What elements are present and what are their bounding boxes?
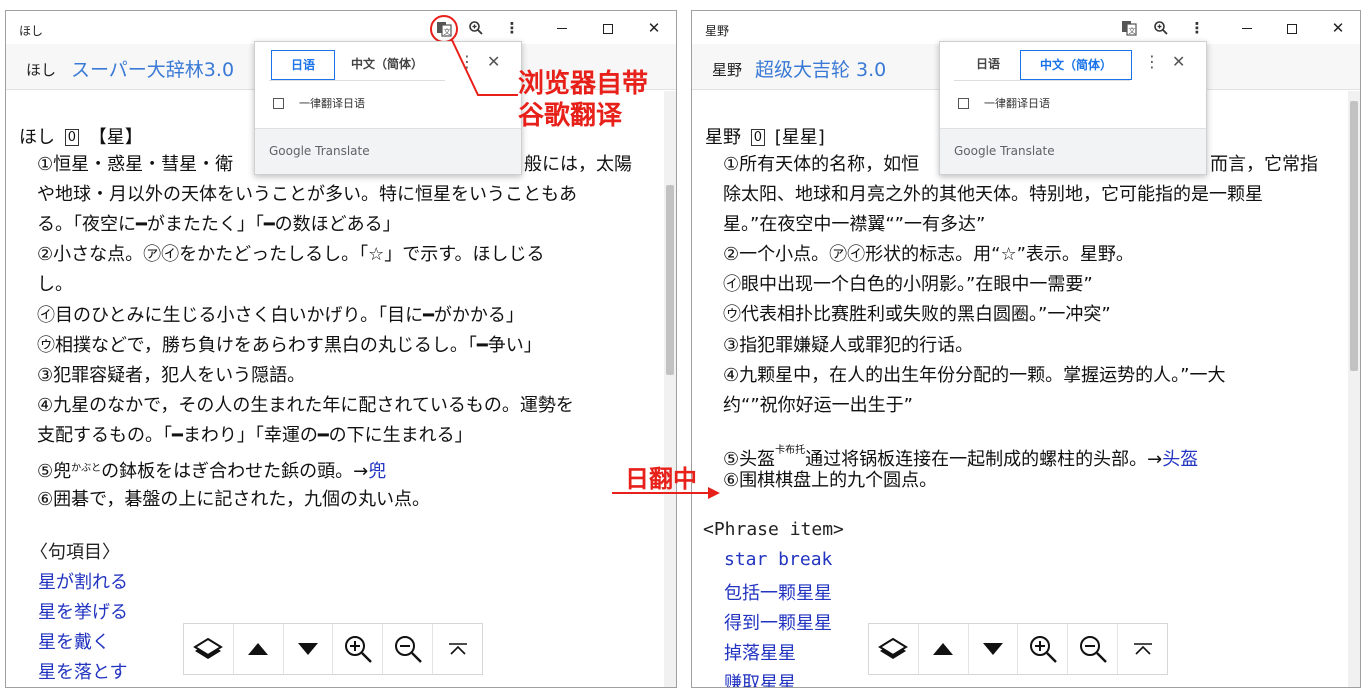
annotation-overlay (451, 39, 720, 499)
annotation-browser-translate: 浏览器自带 谷歌翻译 (518, 68, 648, 132)
callout-line (451, 39, 518, 96)
direction-arrow-head (708, 487, 720, 499)
annotation-direction: 日翻中 (625, 465, 697, 493)
annotation-line: 浏览器自带 (518, 69, 649, 99)
annotation-line: 谷歌翻译 (518, 101, 623, 131)
